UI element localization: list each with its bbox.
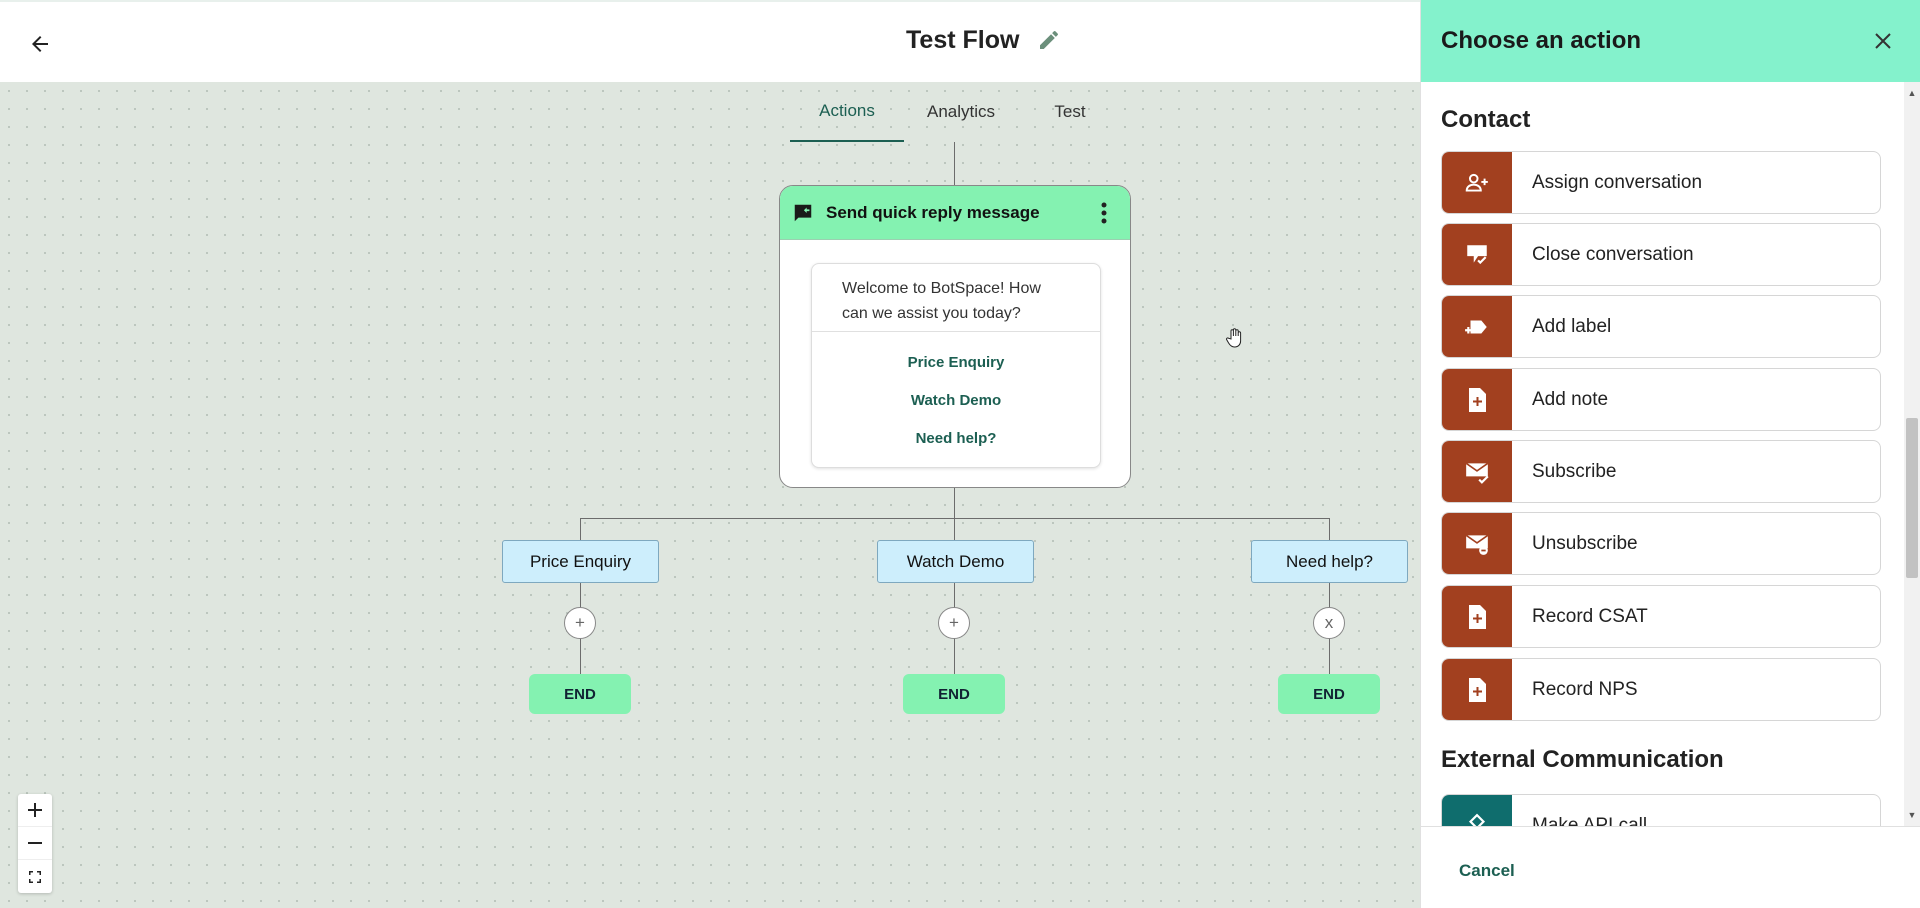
chat-reply-icon xyxy=(794,204,812,221)
close-icon xyxy=(1875,33,1891,49)
quick-reply-option[interactable]: Watch Demo xyxy=(812,382,1100,420)
file-add-icon xyxy=(1469,677,1486,702)
action-label: Assign conversation xyxy=(1532,171,1703,193)
file-add-icon xyxy=(1469,604,1486,629)
back-button[interactable] xyxy=(22,26,58,62)
action-make-api-call[interactable]: Make API call xyxy=(1441,794,1881,826)
fullscreen-icon xyxy=(29,870,41,883)
note-add-icon xyxy=(1469,387,1486,412)
view-tabs: Actions Analytics Test xyxy=(790,82,1122,142)
zoom-out-button[interactable] xyxy=(18,827,52,860)
message-preview: Welcome to BotSpace! How can we assist y… xyxy=(811,263,1101,468)
quick-reply-option[interactable]: Need help? xyxy=(812,420,1100,458)
action-unsubscribe[interactable]: Unsubscribe xyxy=(1441,512,1881,575)
cancel-button[interactable]: Cancel xyxy=(1459,861,1515,881)
edit-title-button[interactable] xyxy=(1033,24,1065,56)
panel-title: Choose an action xyxy=(1441,27,1642,54)
action-icon-box xyxy=(1442,513,1512,574)
action-icon-box xyxy=(1442,296,1512,357)
flow-canvas[interactable] xyxy=(0,82,1420,908)
section-title-contact: Contact xyxy=(1441,106,1531,133)
action-icon-box xyxy=(1442,586,1512,647)
action-icon-box xyxy=(1442,659,1512,720)
zoom-in-button[interactable] xyxy=(18,794,52,827)
tab-test[interactable]: Test xyxy=(1018,82,1122,142)
person-add-icon xyxy=(1465,173,1488,192)
message-text: Welcome to BotSpace! How can we assist y… xyxy=(812,264,1100,332)
action-icon-box xyxy=(1442,795,1512,826)
action-icon-box xyxy=(1442,224,1512,285)
node-menu-button[interactable] xyxy=(1090,195,1118,231)
minus-icon xyxy=(28,842,42,844)
mail-check-icon xyxy=(1465,462,1489,484)
branch-watch-demo[interactable]: Watch Demo xyxy=(877,540,1034,583)
section-title-external-communication: External Communication xyxy=(1441,746,1724,773)
action-assign-conversation[interactable]: Assign conversation xyxy=(1441,151,1881,214)
close-panel-button[interactable] xyxy=(1866,24,1900,58)
node-header[interactable]: Send quick reply message xyxy=(780,186,1130,240)
add-step-button[interactable]: + xyxy=(564,607,596,639)
pencil-icon xyxy=(1040,30,1059,49)
panel-scrollbar[interactable] xyxy=(1904,82,1920,826)
end-node: END xyxy=(1278,674,1380,714)
add-step-button[interactable]: + xyxy=(938,607,970,639)
end-node: END xyxy=(529,674,631,714)
scrollbar-thumb[interactable] xyxy=(1906,418,1918,578)
node-title: Send quick reply message xyxy=(826,202,1040,222)
flow-title: Test Flow xyxy=(906,25,1020,54)
choose-action-panel: Choose an action Contact Assign conversa… xyxy=(1420,0,1920,908)
action-record-csat[interactable]: Record CSAT xyxy=(1441,585,1881,648)
flow-title-group: Test Flow xyxy=(906,24,1065,56)
arrow-left-icon xyxy=(32,36,48,52)
scroll-up-arrow-icon[interactable]: ▲ xyxy=(1907,88,1917,98)
quick-reply-node[interactable]: Send quick reply message Welcome to BotS… xyxy=(779,185,1131,488)
action-label: Make API call xyxy=(1532,814,1648,827)
action-add-note[interactable]: Add note xyxy=(1441,368,1881,431)
tab-actions[interactable]: Actions xyxy=(790,82,904,142)
quick-reply-option[interactable]: Price Enquiry xyxy=(812,344,1100,382)
api-icon xyxy=(1468,813,1486,826)
branch-need-help[interactable]: Need help? xyxy=(1251,540,1408,583)
action-record-nps[interactable]: Record NPS xyxy=(1441,658,1881,721)
connector-line xyxy=(1329,518,1330,540)
remove-step-button[interactable]: x xyxy=(1313,607,1345,639)
action-label: Add note xyxy=(1532,388,1609,410)
more-vertical-icon xyxy=(1101,202,1107,223)
connector-line xyxy=(954,488,955,518)
top-bar: Test Flow xyxy=(0,0,1420,82)
action-close-conversation[interactable]: Close conversation xyxy=(1441,223,1881,286)
panel-footer: Cancel xyxy=(1421,826,1920,908)
action-label: Subscribe xyxy=(1532,460,1617,482)
tab-analytics[interactable]: Analytics xyxy=(904,82,1018,142)
plus-icon xyxy=(28,803,42,817)
action-label: Close conversation xyxy=(1532,243,1694,265)
action-label: Record CSAT xyxy=(1532,605,1648,627)
hand-cursor-icon xyxy=(1226,328,1244,353)
connector-line xyxy=(580,518,581,540)
connector-line xyxy=(954,518,955,540)
action-label: Record NPS xyxy=(1532,678,1638,700)
action-icon-box xyxy=(1442,441,1512,502)
scroll-down-arrow-icon[interactable]: ▼ xyxy=(1907,810,1917,820)
connector-line xyxy=(580,518,1330,519)
mail-minus-icon xyxy=(1465,534,1489,555)
action-list[interactable]: Contact Assign conversation Close conver… xyxy=(1421,82,1920,826)
zoom-controls xyxy=(18,794,52,893)
action-subscribe[interactable]: Subscribe xyxy=(1441,440,1881,503)
connector-line xyxy=(954,142,955,185)
action-label: Add label xyxy=(1532,315,1612,337)
action-add-label[interactable]: Add label xyxy=(1441,295,1881,358)
action-label: Unsubscribe xyxy=(1532,532,1638,554)
chat-check-icon xyxy=(1467,244,1487,264)
fit-view-button[interactable] xyxy=(18,860,52,893)
action-icon-box xyxy=(1442,152,1512,213)
label-add-icon xyxy=(1465,320,1487,333)
panel-header: Choose an action xyxy=(1421,0,1920,82)
end-node: END xyxy=(903,674,1005,714)
quick-reply-list: Price Enquiry Watch Demo Need help? xyxy=(812,332,1100,458)
action-icon-box xyxy=(1442,369,1512,430)
branch-price-enquiry[interactable]: Price Enquiry xyxy=(502,540,659,583)
